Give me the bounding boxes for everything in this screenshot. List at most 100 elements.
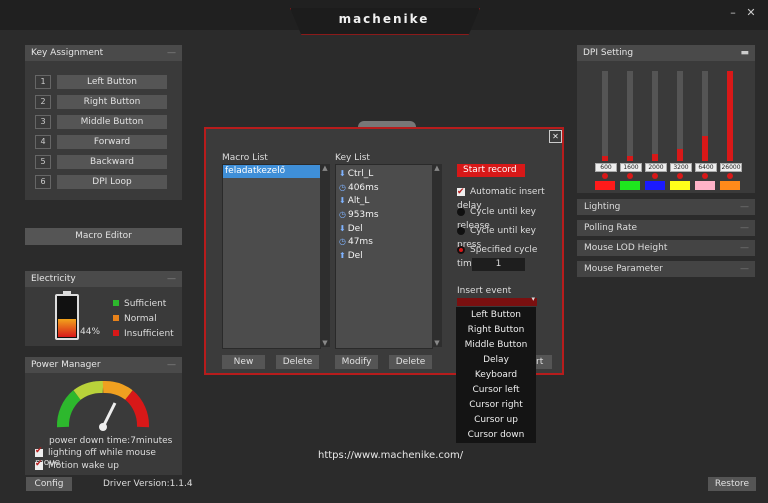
key-assignment-header: Key Assignment — (25, 45, 182, 61)
dpi-slider-fill (627, 156, 633, 161)
start-record-button[interactable]: Start record (457, 164, 525, 177)
dpi-value[interactable]: 2000 (645, 163, 667, 172)
close-app-button[interactable]: ✕ (744, 6, 758, 20)
key-assign-button[interactable]: Right Button (57, 95, 167, 109)
key-list-item[interactable]: ⬆ Del (336, 249, 432, 263)
dpi-level[interactable]: 600 (595, 71, 617, 191)
dpi-value[interactable]: 1600 (620, 163, 642, 172)
side-menu-label: Mouse LOD Height (584, 243, 668, 253)
dpi-slider-track[interactable] (602, 71, 608, 161)
key-list-item[interactable]: ⬇ Del (336, 222, 432, 236)
insert-event-option[interactable]: Keyboard (456, 368, 536, 383)
key-assign-button[interactable]: Backward (57, 155, 167, 169)
macro-list[interactable]: feladatkezelő (222, 164, 321, 349)
macro-list-label: Macro List (222, 153, 268, 163)
dpi-color-swatch[interactable] (670, 181, 690, 190)
macro-editor-button[interactable]: Macro Editor (25, 228, 182, 245)
dpi-level[interactable]: 3200 (670, 71, 692, 191)
clock-icon: ◷ (339, 237, 346, 247)
key-list-scrollbar[interactable]: ▲ ▼ (432, 164, 442, 347)
dpi-indicator-dot (727, 173, 733, 179)
insert-event-option[interactable]: Delay (456, 353, 536, 368)
cycle-count-input[interactable]: 1 (472, 258, 525, 271)
key-event-text: Alt_L (347, 196, 370, 207)
cycle-press-option[interactable]: Cycle until key press (457, 224, 562, 250)
restore-button[interactable]: Restore (708, 477, 756, 491)
side-menu-item[interactable]: Mouse Parameter — (577, 260, 755, 277)
motion-wake-label: Motion wake up (48, 461, 119, 471)
dpi-level[interactable]: 26000 (720, 71, 742, 191)
dpi-level[interactable]: 6400 (695, 71, 717, 191)
cycle-release-radio[interactable] (457, 207, 465, 216)
dpi-slider-track[interactable] (727, 71, 733, 161)
cycle-press-radio[interactable] (457, 226, 465, 235)
side-menu-item[interactable]: Polling Rate — (577, 219, 755, 236)
key-list[interactable]: ⬇ Ctrl_L ◷ 406ms ⬇ Alt_L ◷ 953ms ⬇ Del ◷ 47ms ⬆ Del (335, 164, 433, 349)
dpi-color-swatch[interactable] (695, 181, 715, 190)
cycle-release-option[interactable]: Cycle until key release (457, 205, 562, 231)
legend-item: Insufficient (113, 327, 174, 342)
legend-label: Insufficient (124, 329, 174, 339)
key-assign-button[interactable]: Middle Button (57, 115, 167, 129)
dpi-value[interactable]: 26000 (720, 163, 742, 172)
key-list-item[interactable]: ◷ 47ms (336, 235, 432, 249)
key-assign-button[interactable]: DPI Loop (57, 175, 167, 189)
dpi-slider-fill (677, 149, 683, 161)
auto-insert-delay-checkbox[interactable]: ✔ (457, 187, 465, 197)
insert-event-dropdown: Left Button Right Button Middle Button Dela… (456, 307, 536, 443)
dpi-slider-track[interactable] (702, 71, 708, 161)
key-assignment-title: Key Assignment (31, 48, 104, 58)
dpi-value[interactable]: 3200 (670, 163, 692, 172)
insert-event-option[interactable]: Cursor up (456, 413, 536, 428)
key-list-item[interactable]: ◷ 953ms (336, 208, 432, 222)
side-menu-item[interactable]: Mouse LOD Height — (577, 240, 755, 256)
key-list-item[interactable]: ⬇ Alt_L (336, 194, 432, 208)
insert-event-select[interactable]: ▾ (457, 295, 537, 306)
macro-list-item[interactable]: feladatkezelő (223, 165, 320, 178)
modify-key-button[interactable]: Modify (335, 355, 378, 369)
dpi-value[interactable]: 6400 (695, 163, 717, 172)
key-assign-button[interactable]: Forward (57, 135, 167, 149)
delete-key-button[interactable]: Delete (389, 355, 432, 369)
config-button[interactable]: Config (26, 477, 72, 491)
motion-wake-option[interactable]: ✔ Motion wake up (35, 459, 119, 471)
new-macro-button[interactable]: New (222, 355, 265, 369)
partially-hidden-button[interactable]: rt (536, 355, 552, 369)
dpi-value[interactable]: 600 (595, 163, 617, 172)
website-link[interactable]: https://www.machenike.com/ (318, 450, 463, 461)
delete-macro-button[interactable]: Delete (276, 355, 319, 369)
dpi-slider-track[interactable] (652, 71, 658, 161)
dialog-close-button[interactable]: ✕ (549, 130, 562, 143)
specified-cycles-option[interactable]: Specified cycle times (457, 243, 562, 269)
side-menu-item[interactable]: Lighting — (577, 199, 755, 215)
insert-event-option[interactable]: Cursor right (456, 398, 536, 413)
power-gauge-icon[interactable] (55, 375, 151, 435)
dpi-color-swatch[interactable] (620, 181, 640, 190)
dpi-slider-track[interactable] (627, 71, 633, 161)
key-number: 3 (35, 115, 51, 129)
power-manager-title: Power Manager (31, 360, 101, 370)
macro-list-scrollbar[interactable]: ▲ ▼ (320, 164, 330, 347)
insert-event-option[interactable]: Left Button (456, 308, 536, 323)
minimize-button[interactable]: – (726, 6, 740, 20)
key-assign-button[interactable]: Left Button (57, 75, 167, 89)
key-list-item[interactable]: ◷ 406ms (336, 181, 432, 195)
insert-event-option[interactable]: Cursor left (456, 383, 536, 398)
dpi-color-swatch[interactable] (720, 181, 740, 190)
motion-wake-checkbox[interactable]: ✔ (35, 459, 43, 470)
key-list-item[interactable]: ⬇ Ctrl_L (336, 167, 432, 181)
dpi-slider-track[interactable] (677, 71, 683, 161)
dpi-color-swatch[interactable] (645, 181, 665, 190)
side-menu-label: Lighting (584, 202, 621, 212)
lighting-off-checkbox[interactable]: ✔ (35, 446, 43, 457)
dpi-slider-fill (702, 136, 708, 161)
dpi-level[interactable]: 1600 (620, 71, 642, 191)
insert-event-option[interactable]: Right Button (456, 323, 536, 338)
dpi-level[interactable]: 2000 (645, 71, 667, 191)
dpi-slider-fill (727, 71, 733, 161)
dpi-color-swatch[interactable] (595, 181, 615, 190)
specified-cycles-radio[interactable] (457, 245, 465, 254)
insert-event-option[interactable]: Cursor down (456, 428, 536, 443)
insert-event-option[interactable]: Middle Button (456, 338, 536, 353)
auto-insert-delay-option[interactable]: ✔ Automatic insert delay (457, 185, 562, 211)
